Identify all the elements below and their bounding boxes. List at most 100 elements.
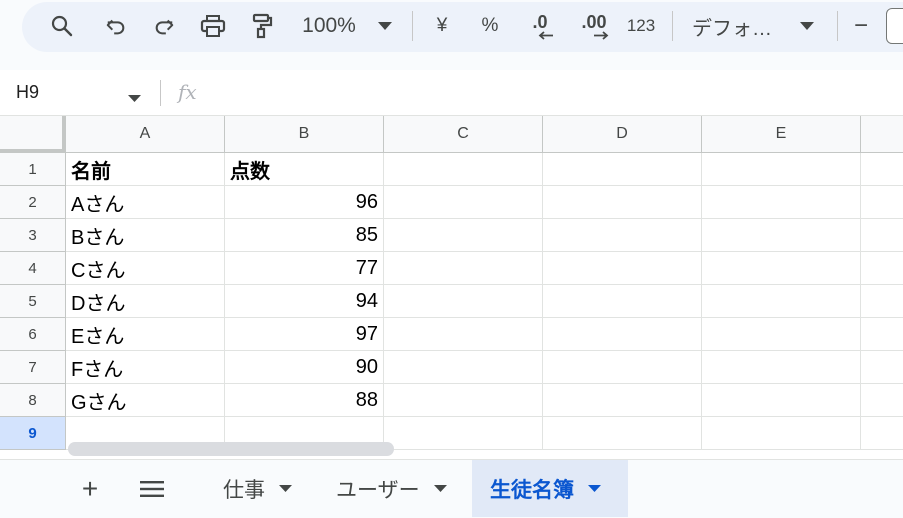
decrease-decimal-button[interactable]: .0	[522, 10, 558, 42]
currency-format-button[interactable]: ¥	[428, 12, 456, 40]
cell-f1[interactable]	[861, 153, 903, 186]
cell-e5[interactable]	[702, 285, 861, 318]
decrease-decimal-label: .0	[532, 11, 548, 32]
cell-f7[interactable]	[861, 351, 903, 384]
toolbar-separator	[412, 11, 413, 41]
cell-e6[interactable]	[702, 318, 861, 351]
caret-down-icon[interactable]	[433, 485, 447, 492]
row-header-5[interactable]: 5	[0, 285, 66, 318]
cell-b3[interactable]: 85	[225, 219, 384, 252]
row-header-6[interactable]: 6	[0, 318, 66, 351]
row-header-1[interactable]: 1	[0, 153, 66, 186]
name-box-dropdown-button[interactable]	[128, 89, 141, 107]
cell-c1[interactable]	[384, 153, 543, 186]
cell-a7[interactable]: Fさん	[66, 351, 225, 384]
toolbar-separator	[837, 11, 838, 41]
sheet-tab-student-roster[interactable]: 生徒名簿	[472, 460, 628, 517]
cell-e8[interactable]	[702, 384, 861, 417]
cell-a5[interactable]: Dさん	[66, 285, 225, 318]
zoom-dropdown-button[interactable]	[374, 16, 396, 36]
caret-down-icon[interactable]	[588, 485, 601, 492]
row-header-9[interactable]: 9	[0, 417, 66, 450]
column-header-e[interactable]: E	[702, 116, 861, 153]
name-box[interactable]: H9	[16, 82, 39, 103]
cell-a1[interactable]: 名前	[66, 153, 225, 186]
print-button[interactable]	[195, 10, 231, 42]
column-header-c[interactable]: C	[384, 116, 543, 153]
cell-b1[interactable]: 点数	[225, 153, 384, 186]
redo-button[interactable]	[146, 10, 182, 42]
cell-e2[interactable]	[702, 186, 861, 219]
cell-b5[interactable]: 94	[225, 285, 384, 318]
cell-d7[interactable]	[543, 351, 702, 384]
number-format-button[interactable]: 123	[622, 12, 660, 40]
cell-a3[interactable]: Bさん	[66, 219, 225, 252]
cell-c5[interactable]	[384, 285, 543, 318]
cell-a4[interactable]: Cさん	[66, 252, 225, 285]
row-header-8[interactable]: 8	[0, 384, 66, 417]
cell-c7[interactable]	[384, 351, 543, 384]
cell-a8[interactable]: Gさん	[66, 384, 225, 417]
cell-d6[interactable]	[543, 318, 702, 351]
cell-c3[interactable]	[384, 219, 543, 252]
caret-down-icon[interactable]	[279, 485, 292, 492]
column-header-b[interactable]: B	[225, 116, 384, 153]
row-header-2[interactable]: 2	[0, 186, 66, 219]
cell-e9[interactable]	[702, 417, 861, 450]
search-menus-button[interactable]	[44, 10, 80, 42]
column-header-f[interactable]	[861, 116, 903, 153]
font-size-decrease-button[interactable]: −	[848, 10, 874, 42]
row-header-4[interactable]: 4	[0, 252, 66, 285]
cell-c4[interactable]	[384, 252, 543, 285]
cell-b4[interactable]: 77	[225, 252, 384, 285]
all-sheets-button[interactable]	[134, 472, 170, 506]
cell-d4[interactable]	[543, 252, 702, 285]
cell-d8[interactable]	[543, 384, 702, 417]
cell-b2[interactable]: 96	[225, 186, 384, 219]
zoom-select[interactable]: 100%	[296, 12, 362, 40]
increase-decimal-button[interactable]: .00	[574, 10, 614, 42]
font-size-input[interactable]	[886, 8, 903, 44]
font-family-select[interactable]: デフォ…	[692, 12, 782, 40]
horizontal-scrollbar[interactable]	[68, 442, 394, 456]
cell-f8[interactable]	[861, 384, 903, 417]
cell-e1[interactable]	[702, 153, 861, 186]
cell-d9[interactable]	[543, 417, 702, 450]
column-header-d[interactable]: D	[543, 116, 702, 153]
cell-d1[interactable]	[543, 153, 702, 186]
cell-f4[interactable]	[861, 252, 903, 285]
cell-b6[interactable]: 97	[225, 318, 384, 351]
cell-d3[interactable]	[543, 219, 702, 252]
row-header-7[interactable]: 7	[0, 351, 66, 384]
cell-c8[interactable]	[384, 384, 543, 417]
cell-d2[interactable]	[543, 186, 702, 219]
cell-f3[interactable]	[861, 219, 903, 252]
paint-format-button[interactable]	[244, 10, 280, 42]
sheet-grid[interactable]: A B C D E 1 名前 点数 2 Aさん 96 3 Bさん 85 4 Cさ…	[0, 116, 903, 459]
cell-e4[interactable]	[702, 252, 861, 285]
cell-f5[interactable]	[861, 285, 903, 318]
cell-b7[interactable]: 90	[225, 351, 384, 384]
cell-c6[interactable]	[384, 318, 543, 351]
cell-a6[interactable]: Eさん	[66, 318, 225, 351]
column-header-a[interactable]: A	[66, 116, 225, 153]
row-header-3[interactable]: 3	[0, 219, 66, 252]
caret-down-icon	[800, 22, 814, 30]
cell-a2[interactable]: Aさん	[66, 186, 225, 219]
sheet-tab-users[interactable]: ユーザー	[318, 460, 463, 517]
cell-f9[interactable]	[861, 417, 903, 450]
cell-d5[interactable]	[543, 285, 702, 318]
cell-f2[interactable]	[861, 186, 903, 219]
add-sheet-button[interactable]: +	[72, 472, 108, 506]
select-all-corner[interactable]	[0, 116, 66, 153]
cell-f6[interactable]	[861, 318, 903, 351]
cell-c2[interactable]	[384, 186, 543, 219]
cell-e3[interactable]	[702, 219, 861, 252]
cell-c9[interactable]	[384, 417, 543, 450]
cell-e7[interactable]	[702, 351, 861, 384]
cell-b8[interactable]: 88	[225, 384, 384, 417]
undo-button[interactable]	[98, 10, 134, 42]
percent-format-button[interactable]: %	[476, 12, 504, 40]
sheet-tab-work[interactable]: 仕事	[205, 460, 308, 517]
font-family-dropdown-button[interactable]	[796, 16, 818, 36]
